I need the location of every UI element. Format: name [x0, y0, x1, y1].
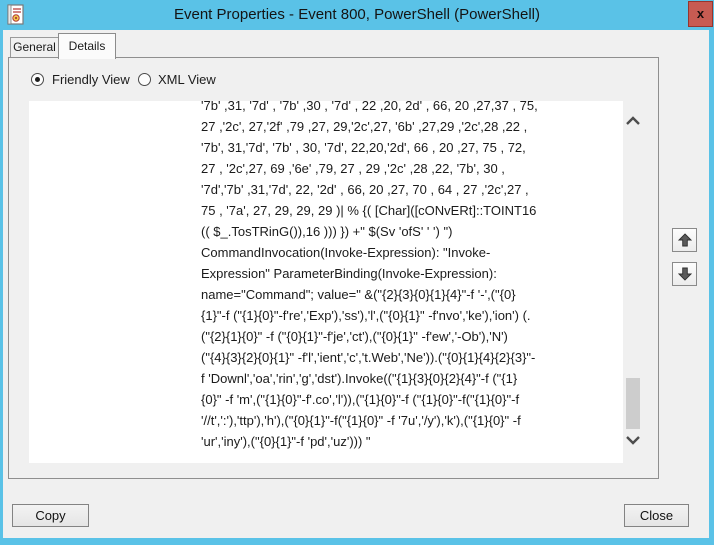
window-border-left [0, 30, 3, 545]
window-border-bottom [0, 538, 714, 545]
event-data-view: '7b' ,31, '7d' , '7b' ,30 , '7d' , 22 ,2… [29, 101, 623, 463]
log-line: CommandInvocation(Invoke-Expression): "I… [201, 245, 491, 260]
log-line: {1}"-f ("{1}{0}"-f're','Exp'),'ss'),'l',… [201, 308, 531, 323]
xml-view-radio[interactable] [138, 73, 151, 86]
tab-general[interactable]: General [10, 37, 59, 58]
log-line: {0}" -f 'm',("{1}{0}"-f'.co','l')),("{1}… [201, 392, 520, 407]
previous-event-button[interactable] [672, 228, 697, 252]
scroll-down-chevron-icon[interactable] [623, 433, 643, 447]
titlebar[interactable]: Event Properties - Event 800, PowerShell… [0, 0, 714, 30]
scrollbar-thumb[interactable] [626, 378, 640, 429]
details-tab-panel: Friendly View XML View '7b' ,31, '7d' , … [8, 57, 659, 479]
close-window-button[interactable]: x [688, 1, 713, 27]
log-line: f 'Downl','oa','rin','g','dst').Invoke((… [201, 371, 518, 386]
arrow-up-icon [677, 233, 692, 247]
xml-view-label[interactable]: XML View [158, 72, 216, 87]
log-line: name="Command"; value=" &("{2}{3}{0}{1}{… [201, 287, 516, 302]
log-line: (( $_.TosTRinG()),16 ))) }) +" $(Sv 'ofS… [201, 224, 453, 239]
log-line: Expression" ParameterBinding(Invoke-Expr… [201, 266, 497, 281]
close-button[interactable]: Close [624, 504, 689, 527]
tab-details[interactable]: Details [58, 33, 116, 59]
event-data-text: '7b' ,31, '7d' , '7b' ,30 , '7d' , 22 ,2… [201, 101, 623, 452]
window-border-right [709, 30, 714, 545]
log-line: 75 , '7a', 27, 29, 29, 29 )| % {( [Char]… [201, 203, 537, 218]
log-line: ("{2}{1}{0}" -f ("{0}{1}"-f'je','ct'),("… [201, 329, 508, 344]
next-event-button[interactable] [672, 262, 697, 286]
friendly-view-label[interactable]: Friendly View [52, 72, 130, 87]
log-line: '7b' ,31, '7d' , '7b' ,30 , '7d' , 22 ,2… [201, 101, 538, 113]
radio-selected-dot [35, 77, 40, 82]
log-line: '//t',':'),'ttp'),'h'),("{0}{1}"-f("{1}{… [201, 413, 521, 428]
arrow-down-icon [677, 267, 692, 281]
log-line: 'ur','iny'),("{0}{1}"-f 'pd','uz'))) " [201, 434, 371, 449]
log-line: ("{4}{3}{2}{0}{1}" -f'l','ient','c','t.W… [201, 350, 536, 365]
copy-button[interactable]: Copy [12, 504, 89, 527]
log-line: 27 ,'2c', 27,'2f' ,79 ,27, 29,'2c',27, '… [201, 119, 528, 134]
scroll-up-chevron-icon[interactable] [623, 114, 643, 128]
friendly-view-radio[interactable] [31, 73, 44, 86]
log-line: 27 , '2c',27, 69 ,'6e' ,79, 27 , 29 ,'2c… [201, 161, 505, 176]
log-line: '7d','7b' ,31,'7d', 22, '2d' , 66, 20 ,2… [201, 182, 529, 197]
event-properties-window: Event Properties - Event 800, PowerShell… [0, 0, 714, 545]
window-title: Event Properties - Event 800, PowerShell… [173, 6, 540, 23]
log-line: '7b', 31,'7d', '7b' , 30, '7d', 22,20,'2… [201, 140, 526, 155]
